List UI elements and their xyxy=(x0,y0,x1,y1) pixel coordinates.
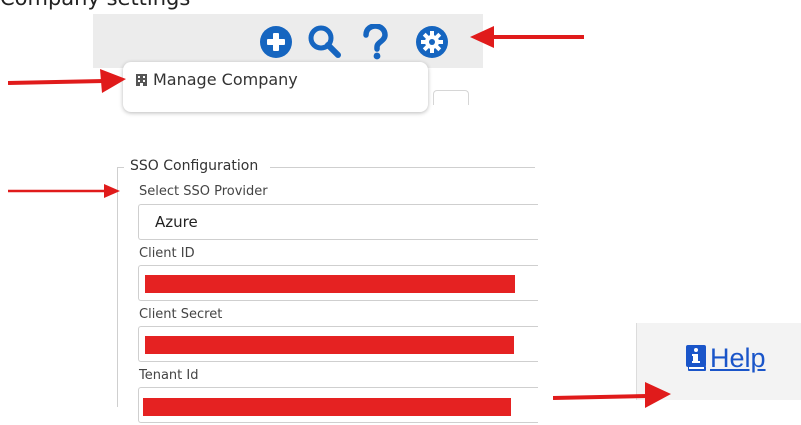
settings-button[interactable] xyxy=(412,22,452,62)
sso-provider-value: Azure xyxy=(155,213,198,231)
sso-provider-select[interactable]: Azure xyxy=(138,204,538,240)
settings-gear-icon xyxy=(416,26,448,58)
help-link[interactable]: Help xyxy=(684,343,766,373)
search-icon xyxy=(308,25,341,58)
search-button[interactable] xyxy=(305,22,345,62)
info-book-icon xyxy=(686,345,706,371)
building-icon xyxy=(136,73,147,86)
client-secret-label: Client Secret xyxy=(139,307,223,322)
top-caption-text: Company settings xyxy=(0,0,190,10)
annotation-arrow-manage-company xyxy=(8,69,126,93)
redaction-bar xyxy=(145,336,514,354)
tenant-id-label: Tenant Id xyxy=(139,368,199,383)
menu-item-manage-company[interactable]: Manage Company xyxy=(135,70,298,89)
fieldset-border-left xyxy=(117,167,118,407)
top-toolbar xyxy=(93,14,483,68)
annotation-arrow-settings xyxy=(470,26,586,48)
annotation-arrow-help xyxy=(553,381,671,411)
help-button[interactable] xyxy=(355,22,395,62)
annotation-arrow-sso xyxy=(8,183,120,199)
settings-dropdown-menu: Manage Company xyxy=(123,62,428,112)
sso-configuration-legend: SSO Configuration xyxy=(128,158,261,174)
client-secret-input[interactable] xyxy=(138,326,538,362)
client-id-label: Client ID xyxy=(139,246,195,261)
add-button[interactable] xyxy=(256,22,296,62)
fieldset-border-top xyxy=(270,167,535,168)
manage-company-label: Manage Company xyxy=(153,70,298,89)
redaction-bar xyxy=(143,398,511,416)
client-id-input[interactable] xyxy=(138,265,538,301)
select-sso-provider-label: Select SSO Provider xyxy=(139,184,268,199)
redaction-bar xyxy=(145,275,515,293)
tenant-id-input[interactable] xyxy=(138,387,538,423)
background-input-edge xyxy=(433,90,469,105)
fieldset-border-top xyxy=(117,167,124,168)
help-question-icon xyxy=(363,24,388,60)
help-link-text: Help xyxy=(710,343,766,373)
plus-circle-icon xyxy=(260,26,292,58)
